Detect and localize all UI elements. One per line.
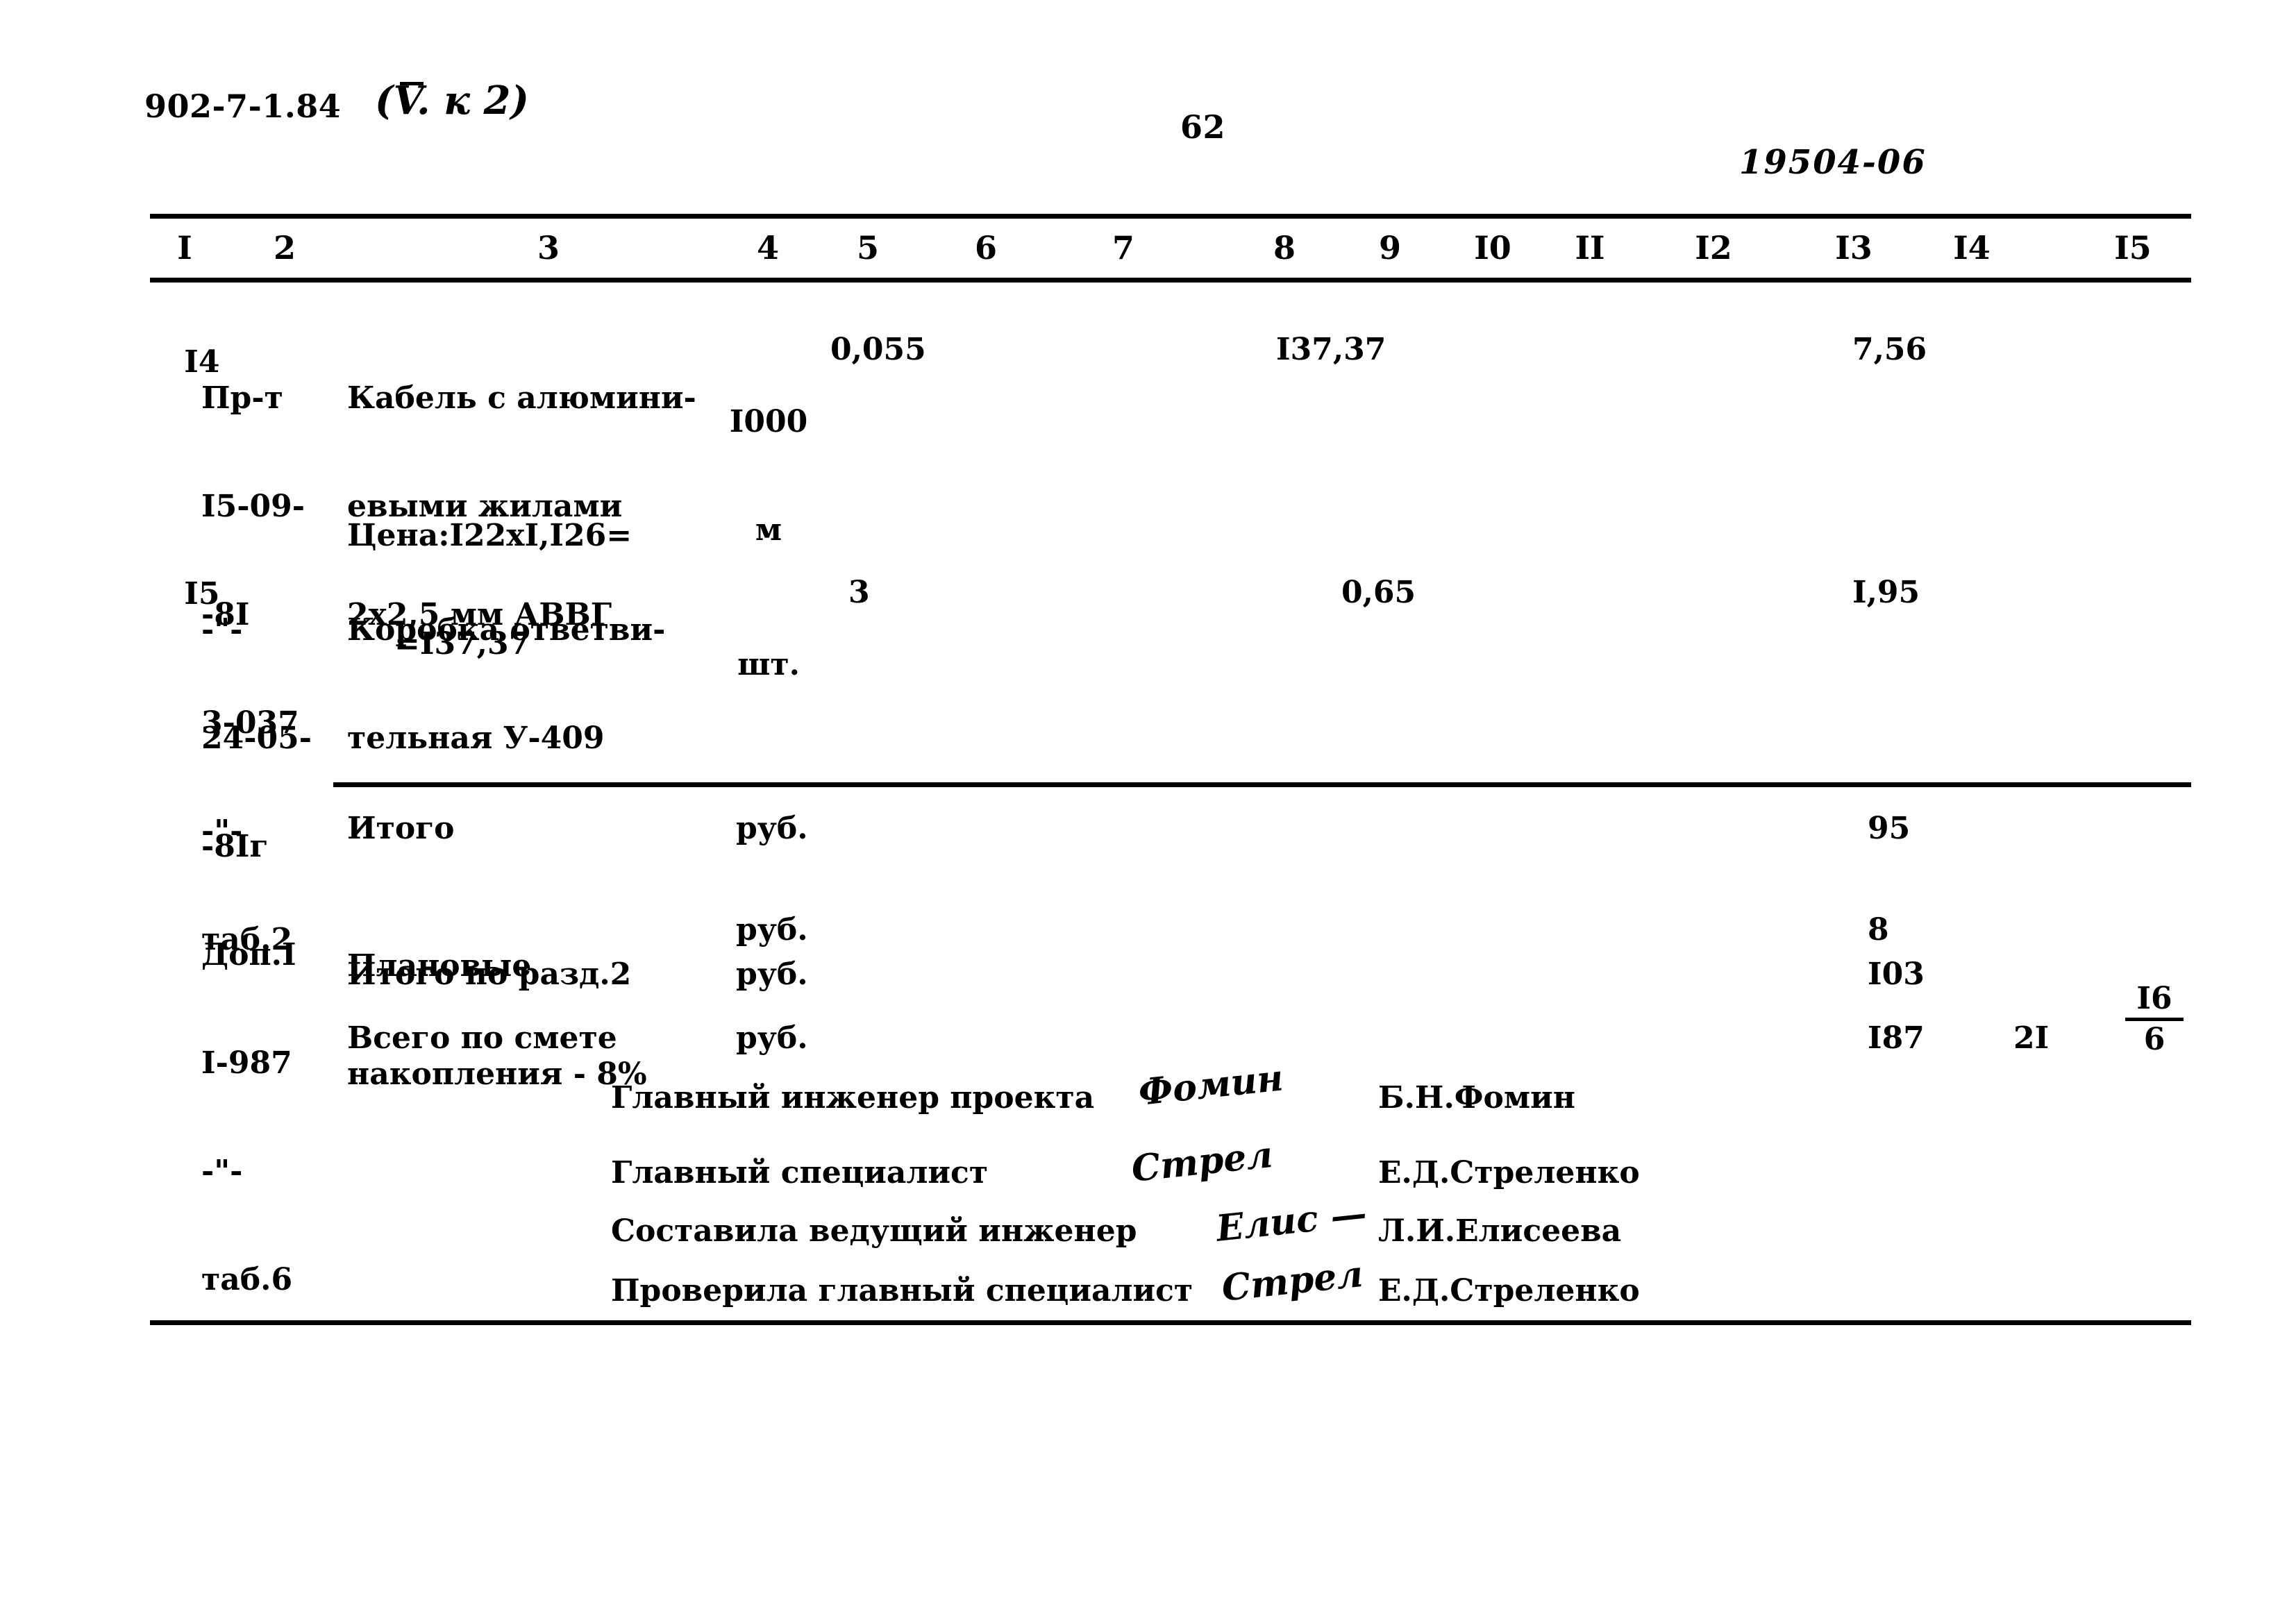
- column-header-8: 8: [1273, 229, 1296, 267]
- total-unit: руб.: [736, 957, 808, 992]
- description-line: Коробка ответви-: [347, 612, 666, 648]
- total-unit: руб.: [736, 912, 808, 948]
- column-header-7: 7: [1112, 229, 1134, 267]
- unit-line: шт.: [737, 647, 800, 682]
- column-header-9: 9: [1378, 229, 1401, 267]
- annotation-overbar: [400, 82, 424, 85]
- signature-name: Б.Н.Фомин: [1378, 1080, 1575, 1115]
- code-line: Доп.I: [201, 937, 296, 972]
- code-line: I5-09-: [201, 489, 305, 524]
- signature-mark: Фомин: [1136, 1056, 1286, 1114]
- row-description: Коробка ответви- тельная У-409: [347, 540, 665, 829]
- column-header-6: 6: [974, 229, 997, 267]
- row-quantity: 3: [848, 575, 870, 610]
- column-header-12: I2: [1695, 229, 1732, 267]
- description-line: тельная У-409: [347, 721, 605, 756]
- fraction-denominator: 6: [2143, 1022, 2165, 1057]
- row-col9: 0,65: [1341, 575, 1416, 610]
- column-header-4: 4: [756, 229, 779, 267]
- signature-role: Составила ведущий инженер: [611, 1213, 1137, 1249]
- signature-role: Главный инженер проекта: [611, 1080, 1095, 1115]
- signature-mark: Елис —: [1214, 1192, 1369, 1250]
- unit-line: м: [755, 512, 782, 548]
- total-label: Итого по разд.2: [347, 957, 632, 992]
- total-label-line: накопления - 8%: [347, 1056, 647, 1092]
- table-bottom-rule: [150, 1320, 2191, 1325]
- total-label: Всего по смете: [347, 1020, 617, 1056]
- column-header-2: 2: [273, 229, 296, 267]
- column-header-13: I3: [1835, 229, 1872, 267]
- column-header-11: II: [1575, 229, 1605, 267]
- row-code-column: -"- 24-05- -8Iг Доп.I I-987 -"- таб.6: [201, 540, 312, 1370]
- description-line: Кабель с алюмини-: [347, 380, 696, 416]
- column-header-14: I4: [1953, 229, 1991, 267]
- table-top-rule: [150, 214, 2191, 219]
- signature-role: Главный специалист: [611, 1155, 989, 1190]
- total-col13: 95: [1868, 811, 1911, 846]
- row-col8: I37,37: [1276, 332, 1386, 367]
- archive-stamp-number: 19504-06: [1739, 143, 1927, 182]
- signature-name: Е.Д.Стреленко: [1378, 1155, 1640, 1190]
- fraction-numerator: I6: [2136, 981, 2172, 1016]
- document-code: 902-7-1.84: [144, 87, 342, 125]
- signature-role: Проверила главный специалист: [611, 1273, 1193, 1308]
- code-line: Пр-т: [201, 380, 283, 416]
- code-line: -"-: [201, 1154, 243, 1189]
- row-col13: I,95: [1852, 575, 1920, 610]
- column-header-10: I0: [1474, 229, 1511, 267]
- document-code-annotation: (V. к 2): [375, 78, 530, 124]
- column-header-1: I: [177, 229, 192, 267]
- code-line: -"-: [201, 612, 243, 648]
- signature-name: Л.И.Елисеева: [1378, 1213, 1622, 1249]
- total-col13: I03: [1868, 957, 1925, 992]
- total-col13: 8: [1868, 912, 1889, 948]
- total-col15-fraction: I6 6: [2121, 982, 2188, 1057]
- total-col14: 2I: [2013, 1020, 2050, 1056]
- code-line: -8Iг: [201, 829, 269, 864]
- fraction-bar: [2125, 1018, 2184, 1021]
- total-col13: I87: [1868, 1020, 1925, 1056]
- code-line: таб.6: [201, 1262, 293, 1297]
- row-quantity: 0,055: [830, 332, 926, 367]
- column-header-5: 5: [856, 229, 879, 267]
- page-number: 62: [1180, 108, 1226, 146]
- code-line: 24-05-: [201, 721, 312, 756]
- signature-mark: Стрел: [1129, 1133, 1275, 1190]
- signature-mark: Стрел: [1219, 1252, 1365, 1310]
- unit-line: I000: [729, 404, 808, 439]
- row-col13: 7,56: [1852, 332, 1927, 367]
- total-label: Итого: [347, 811, 455, 846]
- document-page: 902-7-1.84 (V. к 2) 62 19504-06 I 2 3 4 …: [0, 0, 2296, 1600]
- column-header-3: 3: [537, 229, 560, 267]
- total-unit: руб.: [736, 1020, 808, 1056]
- code-line: I-987: [201, 1045, 292, 1081]
- table-header-rule: [150, 278, 2191, 283]
- total-unit: руб.: [736, 811, 808, 846]
- row-unit: шт.: [710, 575, 828, 755]
- signature-name: Е.Д.Стреленко: [1378, 1273, 1640, 1308]
- column-header-15: I5: [2114, 229, 2152, 267]
